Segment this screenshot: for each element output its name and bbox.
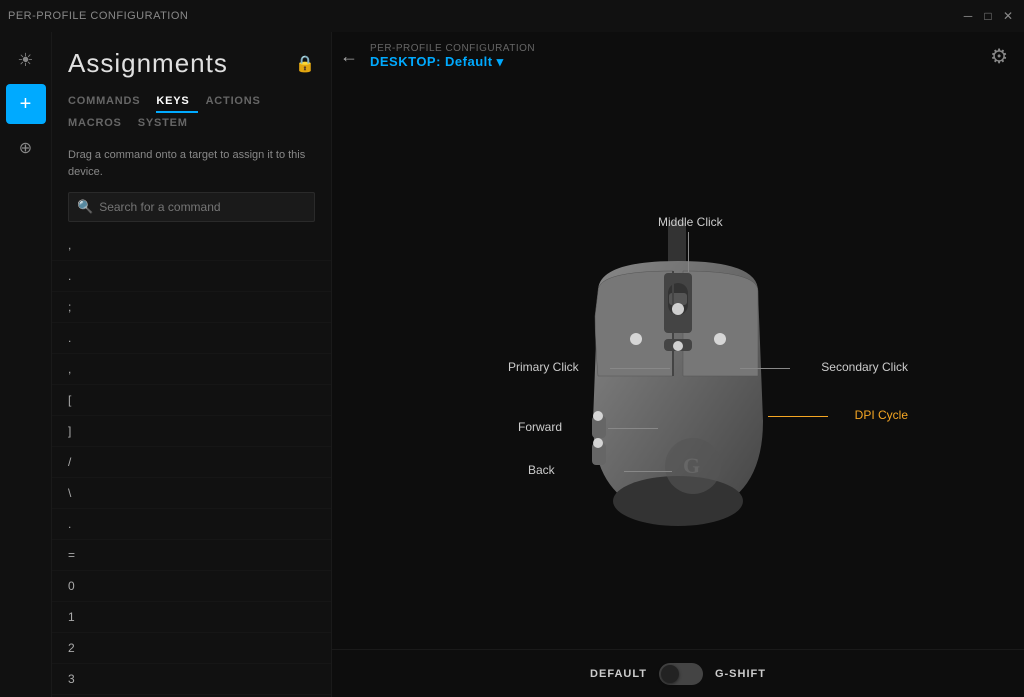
- list-item[interactable]: \: [52, 478, 331, 509]
- panel-header: Assignments 🔒: [52, 32, 331, 79]
- back-button[interactable]: ←: [340, 46, 358, 67]
- minimize-button[interactable]: ─: [960, 8, 976, 24]
- toggle-knob: [661, 665, 679, 683]
- label-secondary-click: Secondary Click: [821, 360, 908, 374]
- back-arrow-icon: ←: [340, 46, 358, 67]
- list-item[interactable]: =: [52, 540, 331, 571]
- add-icon: +: [20, 93, 32, 116]
- lock-icon: 🔒: [295, 54, 315, 74]
- tab-keys[interactable]: KEYS: [156, 91, 197, 113]
- right-topbar: ← PER-PROFILE CONFIGURATION DESKTOP: Def…: [332, 32, 1024, 80]
- list-item[interactable]: ,: [52, 230, 331, 261]
- left-panel: Assignments 🔒 COMMANDS KEYS ACTIONS MACR…: [52, 32, 332, 697]
- list-item[interactable]: .: [52, 323, 331, 354]
- brightness-icon: ☀: [17, 50, 33, 71]
- mouse-diagram: G Midd: [428, 155, 928, 575]
- default-label: DEFAULT: [590, 668, 647, 680]
- gear-icon: ⚙: [990, 46, 1008, 68]
- dpi-cycle-line: [768, 416, 828, 417]
- command-list: , . ; . , [ ] / \ . = 0 1 2 3: [52, 230, 331, 697]
- list-item[interactable]: ,: [52, 354, 331, 385]
- tab-system[interactable]: SYSTEM: [138, 113, 196, 135]
- forward-line: [608, 428, 658, 429]
- list-item[interactable]: ;: [52, 292, 331, 323]
- sidebar-item-add[interactable]: +: [6, 84, 46, 124]
- label-back: Back: [528, 463, 555, 477]
- list-item[interactable]: .: [52, 509, 331, 540]
- sidebar-item-move[interactable]: ⊕: [6, 128, 46, 168]
- back-line: [624, 471, 672, 472]
- bottom-bar: DEFAULT G-SHIFT: [332, 649, 1024, 697]
- dropdown-icon: ▾: [497, 54, 504, 70]
- topbar-left: ← PER-PROFILE CONFIGURATION DESKTOP: Def…: [340, 43, 535, 70]
- list-item[interactable]: 3: [52, 664, 331, 695]
- tab-actions[interactable]: ACTIONS: [206, 91, 269, 113]
- tab-commands[interactable]: COMMANDS: [68, 91, 148, 113]
- main-layout: ☀ + ⊕ Assignments 🔒 COMMANDS KEYS ACTION…: [0, 32, 1024, 697]
- right-panel: ← PER-PROFILE CONFIGURATION DESKTOP: Def…: [332, 32, 1024, 697]
- mouse-body-svg: G: [568, 221, 788, 541]
- tab-macros[interactable]: MACROS: [68, 113, 130, 135]
- titlebar-controls: ─ □ ✕: [960, 8, 1016, 24]
- drag-hint: Drag a command onto a target to assign i…: [52, 135, 331, 192]
- move-icon: ⊕: [19, 138, 32, 158]
- gshift-label: G-SHIFT: [715, 668, 766, 680]
- profile-info: PER-PROFILE CONFIGURATION DESKTOP: Defau…: [370, 43, 535, 70]
- svg-text:G: G: [683, 453, 700, 478]
- panel-title: Assignments: [68, 48, 228, 79]
- maximize-button[interactable]: □: [980, 8, 996, 24]
- label-middle-click: Middle Click: [658, 215, 723, 229]
- search-icon: 🔍: [77, 199, 93, 215]
- mouse-diagram-area: G Midd: [332, 80, 1024, 649]
- search-container: 🔍: [68, 192, 315, 222]
- profile-name: DESKTOP: Default ▾: [370, 54, 504, 70]
- secondary-click-line: [740, 368, 790, 369]
- titlebar-config-label: PER-PROFILE CONFIGURATION: [8, 10, 188, 22]
- middle-click-line: [688, 232, 689, 272]
- list-item[interactable]: .: [52, 261, 331, 292]
- titlebar: PER-PROFILE CONFIGURATION ─ □ ✕: [0, 0, 1024, 32]
- label-dpi-cycle: DPI Cycle: [855, 408, 908, 422]
- list-item[interactable]: ]: [52, 416, 331, 447]
- config-label: PER-PROFILE CONFIGURATION: [370, 43, 535, 54]
- settings-button[interactable]: ⚙: [990, 44, 1008, 69]
- gshift-toggle[interactable]: [659, 663, 703, 685]
- titlebar-left: PER-PROFILE CONFIGURATION: [8, 10, 188, 22]
- label-primary-click: Primary Click: [508, 360, 579, 374]
- list-item[interactable]: /: [52, 447, 331, 478]
- sidebar-item-brightness[interactable]: ☀: [6, 40, 46, 80]
- close-button[interactable]: ✕: [1000, 8, 1016, 24]
- icon-sidebar: ☀ + ⊕: [0, 32, 52, 697]
- list-item[interactable]: [: [52, 385, 331, 416]
- list-item[interactable]: 0: [52, 571, 331, 602]
- search-input[interactable]: [99, 200, 306, 214]
- tabs-container: COMMANDS KEYS ACTIONS MACROS SYSTEM: [52, 79, 331, 135]
- list-item[interactable]: 1: [52, 602, 331, 633]
- primary-click-line: [610, 368, 670, 369]
- label-forward: Forward: [518, 420, 562, 434]
- list-item[interactable]: 2: [52, 633, 331, 664]
